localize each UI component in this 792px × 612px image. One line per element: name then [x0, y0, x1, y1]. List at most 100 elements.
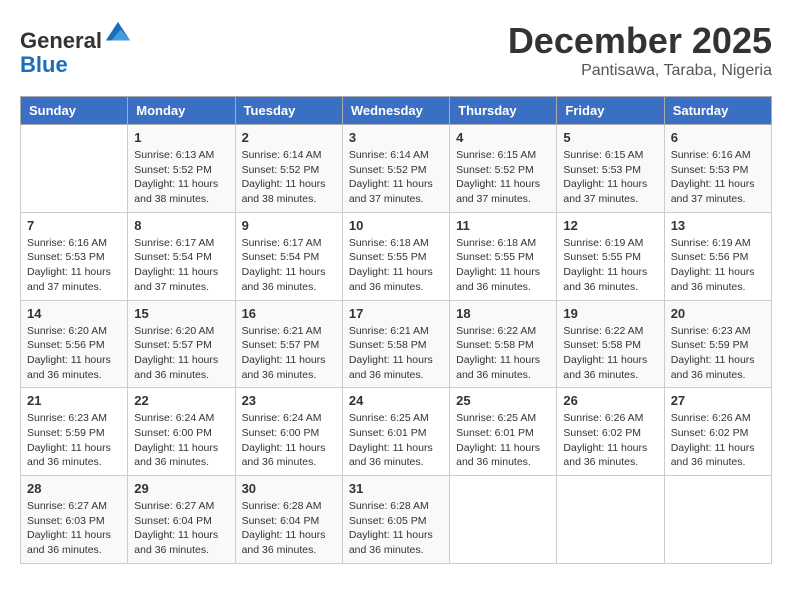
calendar-cell: 21 Sunrise: 6:23 AMSunset: 5:59 PMDayligh…	[21, 388, 128, 476]
day-info: Sunrise: 6:23 AMSunset: 5:59 PMDaylight:…	[27, 411, 121, 470]
calendar-week-row: 7 Sunrise: 6:16 AMSunset: 5:53 PMDaylight…	[21, 212, 772, 300]
day-info: Sunrise: 6:28 AMSunset: 6:04 PMDaylight:…	[242, 499, 336, 558]
day-info: Sunrise: 6:26 AMSunset: 6:02 PMDaylight:…	[563, 411, 657, 470]
calendar-cell: 2 Sunrise: 6:14 AMSunset: 5:52 PMDaylight…	[235, 125, 342, 213]
calendar-cell: 29 Sunrise: 6:27 AMSunset: 6:04 PMDayligh…	[128, 476, 235, 564]
calendar-week-row: 14 Sunrise: 6:20 AMSunset: 5:56 PMDayligh…	[21, 300, 772, 388]
calendar-week-row: 1Sunrise: 6:13 AMSunset: 5:52 PMDaylight…	[21, 125, 772, 213]
calendar-cell: 5 Sunrise: 6:15 AMSunset: 5:53 PMDaylight…	[557, 125, 664, 213]
day-info: Sunrise: 6:27 AMSunset: 6:04 PMDaylight:…	[134, 499, 228, 558]
calendar-cell: 27 Sunrise: 6:26 AMSunset: 6:02 PMDayligh…	[664, 388, 771, 476]
day-number: 21	[27, 393, 121, 408]
calendar-cell: 26 Sunrise: 6:26 AMSunset: 6:02 PMDayligh…	[557, 388, 664, 476]
calendar-cell	[664, 476, 771, 564]
day-info: Sunrise: 6:28 AMSunset: 6:05 PMDaylight:…	[349, 499, 443, 558]
day-info: Sunrise: 6:23 AMSunset: 5:59 PMDaylight:…	[671, 324, 765, 383]
calendar-cell	[21, 125, 128, 213]
day-number: 12	[563, 218, 657, 233]
calendar-cell	[450, 476, 557, 564]
day-number: 11	[456, 218, 550, 233]
weekday-header-row: SundayMondayTuesdayWednesdayThursdayFrid…	[21, 97, 772, 125]
day-number: 25	[456, 393, 550, 408]
calendar-cell: 10 Sunrise: 6:18 AMSunset: 5:55 PMDayligh…	[342, 212, 449, 300]
calendar-week-row: 21 Sunrise: 6:23 AMSunset: 5:59 PMDayligh…	[21, 388, 772, 476]
title-area: December 2025 Pantisawa, Taraba, Nigeria	[508, 20, 772, 80]
calendar-cell: 4Sunrise: 6:15 AMSunset: 5:52 PMDaylight…	[450, 125, 557, 213]
page-header: General Blue December 2025 Pantisawa, Ta…	[20, 20, 772, 80]
calendar-cell: 17Sunrise: 6:21 AMSunset: 5:58 PMDayligh…	[342, 300, 449, 388]
day-number: 3	[349, 130, 443, 145]
day-number: 15	[134, 306, 228, 321]
day-number: 24	[349, 393, 443, 408]
calendar-cell: 7 Sunrise: 6:16 AMSunset: 5:53 PMDaylight…	[21, 212, 128, 300]
day-info: Sunrise: 6:19 AMSunset: 5:56 PMDaylight:…	[671, 236, 765, 295]
day-number: 26	[563, 393, 657, 408]
day-number: 28	[27, 481, 121, 496]
day-number: 14	[27, 306, 121, 321]
calendar-cell: 6 Sunrise: 6:16 AMSunset: 5:53 PMDaylight…	[664, 125, 771, 213]
weekday-header-monday: Monday	[128, 97, 235, 125]
day-info: Sunrise: 6:14 AMSunset: 5:52 PMDaylight:…	[242, 148, 336, 207]
day-number: 13	[671, 218, 765, 233]
day-number: 16	[242, 306, 336, 321]
day-number: 31	[349, 481, 443, 496]
day-number: 6	[671, 130, 765, 145]
calendar-cell	[557, 476, 664, 564]
day-info: Sunrise: 6:20 AMSunset: 5:57 PMDaylight:…	[134, 324, 228, 383]
calendar-cell: 19 Sunrise: 6:22 AMSunset: 5:58 PMDayligh…	[557, 300, 664, 388]
calendar-cell: 11Sunrise: 6:18 AMSunset: 5:55 PMDayligh…	[450, 212, 557, 300]
day-number: 2	[242, 130, 336, 145]
weekday-header-sunday: Sunday	[21, 97, 128, 125]
day-number: 19	[563, 306, 657, 321]
day-number: 10	[349, 218, 443, 233]
weekday-header-thursday: Thursday	[450, 97, 557, 125]
day-info: Sunrise: 6:18 AMSunset: 5:55 PMDaylight:…	[349, 236, 443, 295]
weekday-header-saturday: Saturday	[664, 97, 771, 125]
calendar-cell: 1Sunrise: 6:13 AMSunset: 5:52 PMDaylight…	[128, 125, 235, 213]
day-number: 5	[563, 130, 657, 145]
day-info: Sunrise: 6:25 AMSunset: 6:01 PMDaylight:…	[349, 411, 443, 470]
day-number: 8	[134, 218, 228, 233]
day-info: Sunrise: 6:21 AMSunset: 5:57 PMDaylight:…	[242, 324, 336, 383]
calendar-week-row: 28Sunrise: 6:27 AMSunset: 6:03 PMDayligh…	[21, 476, 772, 564]
day-info: Sunrise: 6:16 AMSunset: 5:53 PMDaylight:…	[671, 148, 765, 207]
calendar-cell: 30 Sunrise: 6:28 AMSunset: 6:04 PMDayligh…	[235, 476, 342, 564]
calendar-cell: 3 Sunrise: 6:14 AMSunset: 5:52 PMDaylight…	[342, 125, 449, 213]
day-number: 30	[242, 481, 336, 496]
calendar-cell: 18 Sunrise: 6:22 AMSunset: 5:58 PMDayligh…	[450, 300, 557, 388]
day-info: Sunrise: 6:26 AMSunset: 6:02 PMDaylight:…	[671, 411, 765, 470]
calendar-cell: 8Sunrise: 6:17 AMSunset: 5:54 PMDaylight…	[128, 212, 235, 300]
day-info: Sunrise: 6:14 AMSunset: 5:52 PMDaylight:…	[349, 148, 443, 207]
day-number: 18	[456, 306, 550, 321]
month-title: December 2025	[508, 20, 772, 62]
calendar-cell: 14 Sunrise: 6:20 AMSunset: 5:56 PMDayligh…	[21, 300, 128, 388]
calendar-cell: 28Sunrise: 6:27 AMSunset: 6:03 PMDayligh…	[21, 476, 128, 564]
day-info: Sunrise: 6:22 AMSunset: 5:58 PMDaylight:…	[563, 324, 657, 383]
calendar-cell: 22Sunrise: 6:24 AMSunset: 6:00 PMDayligh…	[128, 388, 235, 476]
calendar-cell: 24 Sunrise: 6:25 AMSunset: 6:01 PMDayligh…	[342, 388, 449, 476]
day-number: 23	[242, 393, 336, 408]
logo: General Blue	[20, 20, 132, 77]
weekday-header-friday: Friday	[557, 97, 664, 125]
calendar-cell: 20Sunrise: 6:23 AMSunset: 5:59 PMDayligh…	[664, 300, 771, 388]
calendar-cell: 31 Sunrise: 6:28 AMSunset: 6:05 PMDayligh…	[342, 476, 449, 564]
calendar-cell: 13 Sunrise: 6:19 AMSunset: 5:56 PMDayligh…	[664, 212, 771, 300]
day-info: Sunrise: 6:22 AMSunset: 5:58 PMDaylight:…	[456, 324, 550, 383]
day-info: Sunrise: 6:13 AMSunset: 5:52 PMDaylight:…	[134, 148, 228, 207]
day-info: Sunrise: 6:15 AMSunset: 5:53 PMDaylight:…	[563, 148, 657, 207]
day-info: Sunrise: 6:19 AMSunset: 5:55 PMDaylight:…	[563, 236, 657, 295]
weekday-header-wednesday: Wednesday	[342, 97, 449, 125]
day-number: 7	[27, 218, 121, 233]
logo-general-text: General	[20, 28, 102, 53]
calendar-cell: 23Sunrise: 6:24 AMSunset: 6:00 PMDayligh…	[235, 388, 342, 476]
day-number: 22	[134, 393, 228, 408]
day-number: 27	[671, 393, 765, 408]
day-info: Sunrise: 6:20 AMSunset: 5:56 PMDaylight:…	[27, 324, 121, 383]
day-info: Sunrise: 6:17 AMSunset: 5:54 PMDaylight:…	[242, 236, 336, 295]
calendar-cell: 25 Sunrise: 6:25 AMSunset: 6:01 PMDayligh…	[450, 388, 557, 476]
day-info: Sunrise: 6:16 AMSunset: 5:53 PMDaylight:…	[27, 236, 121, 295]
location-subtitle: Pantisawa, Taraba, Nigeria	[508, 62, 772, 80]
day-number: 29	[134, 481, 228, 496]
calendar-cell: 16 Sunrise: 6:21 AMSunset: 5:57 PMDayligh…	[235, 300, 342, 388]
day-info: Sunrise: 6:25 AMSunset: 6:01 PMDaylight:…	[456, 411, 550, 470]
